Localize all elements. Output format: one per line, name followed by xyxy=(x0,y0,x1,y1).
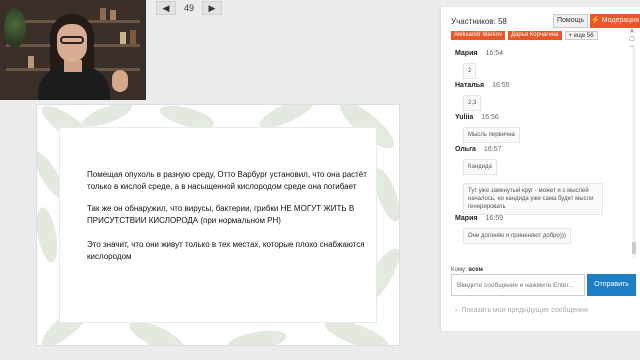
presentation-slide: Помещая опухоль в разную среду, Отто Вар… xyxy=(36,104,400,346)
message-input[interactable] xyxy=(451,274,585,296)
list-item: Ольга 16:57 Кандида xyxy=(455,146,501,175)
recipient-label: Кому: всем xyxy=(451,267,483,273)
message-text: Тут уже замкнутый круг - может и с мысле… xyxy=(463,183,603,215)
message-text: Мысль первична xyxy=(463,127,520,143)
help-button[interactable]: Помощь xyxy=(553,14,588,28)
chat-panel: Участников: 58 Помощь ⚡ Модерация Aleksa… xyxy=(440,7,640,331)
chevron-right-icon: › xyxy=(455,307,458,314)
message-text: Они догоняю и приненяют добро))) xyxy=(463,228,571,244)
message-text: 2,3 xyxy=(463,95,482,111)
message-author: Мария xyxy=(455,215,478,222)
slide-number: 49 xyxy=(183,3,194,13)
recipient-value[interactable]: всем xyxy=(468,267,483,273)
list-item: Мария 16:59 Они догоняю и приненяют добро… xyxy=(455,215,571,244)
send-button[interactable]: Отправить xyxy=(587,274,636,296)
message-time: 16:59 xyxy=(485,215,504,222)
message-author: Ольга xyxy=(455,146,476,153)
participant-tag[interactable]: Дарья Корчагина xyxy=(508,31,562,40)
slide-pager: ◀ 49 ▶ xyxy=(156,1,222,15)
message-author: Yuliia xyxy=(455,114,474,121)
message-author: Наталья xyxy=(455,82,485,89)
show-previous-messages-link[interactable]: › Показать мои предыдущие сообщения xyxy=(455,307,588,314)
moderation-button[interactable]: ⚡ Модерация xyxy=(590,14,640,28)
message-text: Кандида xyxy=(463,159,497,175)
message-time: 16:56 xyxy=(481,114,499,121)
message-list: Мария 16:54 2 Наталья 16:55 2,3 Yuliia 16:5… xyxy=(441,47,640,259)
message-author: Мария xyxy=(455,50,478,57)
presenter-video xyxy=(0,0,146,100)
message-text: 2 xyxy=(463,63,477,79)
slide-paragraph: Так же он обнаружил, что вирусы, бактери… xyxy=(87,204,355,225)
slide-paragraph: Помещая опухоль в разную среду, Отто Вар… xyxy=(87,170,367,191)
slide-paragraph: Это значит, что они живут только в тех м… xyxy=(87,240,365,261)
message-time: 16:55 xyxy=(492,82,510,89)
participants-count: Участников: 58 xyxy=(451,17,507,26)
message-time: 16:57 xyxy=(483,146,502,153)
participant-tag[interactable]: Aleksandr Markov xyxy=(451,31,506,40)
message-time: 16:54 xyxy=(485,50,504,57)
more-participants-tag[interactable]: + еще 56 xyxy=(564,31,598,40)
next-slide-button[interactable]: ▶ xyxy=(202,1,222,15)
previous-slide-button[interactable]: ◀ xyxy=(156,1,176,15)
glasses-icon xyxy=(60,36,84,44)
list-item: Наталья 16:55 2,3 xyxy=(455,82,510,111)
chat-scrollbar[interactable] xyxy=(632,47,636,259)
list-item: Тут уже замкнутый круг - может и с мысле… xyxy=(455,177,603,215)
list-item: Мария 16:54 2 xyxy=(455,50,503,79)
list-item: Yuliia 16:56 Мысль первична xyxy=(455,114,520,143)
